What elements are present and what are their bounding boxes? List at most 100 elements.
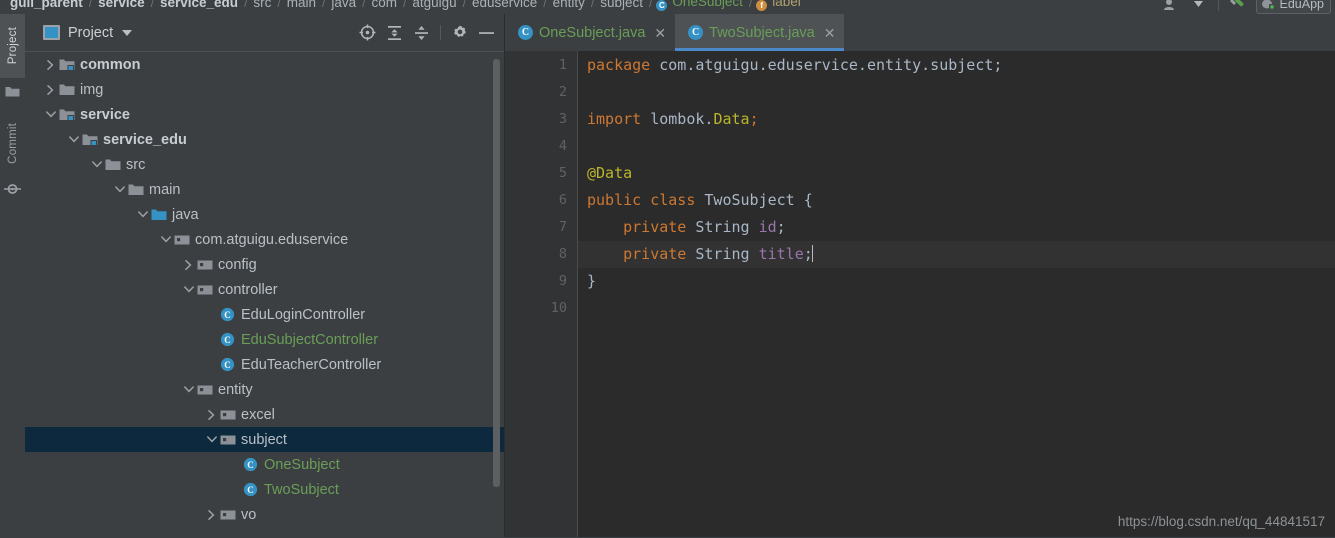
tree-row[interactable]: subject — [25, 427, 504, 452]
chevron-right-icon[interactable] — [204, 502, 219, 527]
code-line[interactable] — [578, 79, 1335, 106]
chevron-down-icon[interactable] — [1186, 0, 1212, 13]
breadcrumb-item[interactable]: main — [285, 0, 318, 10]
chevron-down-icon[interactable] — [112, 177, 127, 202]
tree-row[interactable]: C EduSubjectController — [25, 327, 504, 352]
tree-row[interactable]: src — [25, 152, 504, 177]
breadcrumb[interactable]: guli_parent / service / service_edu / src / main… — [8, 0, 803, 11]
chevron-down-icon[interactable] — [89, 152, 104, 177]
module-folder-icon — [58, 102, 75, 127]
tree-row[interactable]: C EduTeacherController — [25, 352, 504, 377]
class-icon: C — [656, 0, 668, 11]
editor-tab-bar[interactable]: C OneSubject.java ✕ C TwoSubject.java ✕ — [505, 14, 1335, 51]
code-token: com.atguigu.eduservice.entity.subject; — [659, 56, 1003, 74]
module-folder-icon — [58, 52, 75, 77]
tree-row[interactable]: img — [25, 77, 504, 102]
project-tree[interactable]: common img service service_edu src main java co… — [25, 52, 504, 538]
code-line[interactable]: package com.atguigu.eduservice.entity.su… — [578, 52, 1335, 79]
chevron-down-icon[interactable] — [158, 227, 173, 252]
tree-row[interactable]: com.atguigu.eduservice — [25, 227, 504, 252]
breadcrumb-item[interactable]: com — [369, 0, 399, 10]
editor-tab[interactable]: C TwoSubject.java ✕ — [675, 14, 845, 51]
close-icon[interactable]: ✕ — [824, 26, 836, 40]
package-icon — [219, 502, 236, 527]
editor-gutter[interactable]: 1 2 3 4 5 6 7 8 9 10 — [505, 51, 578, 537]
breadcrumb-item[interactable]: java — [329, 0, 358, 10]
chevron-right-icon[interactable] — [181, 252, 196, 277]
line-number: 6 — [558, 192, 567, 208]
tree-row[interactable]: main — [25, 177, 504, 202]
code-line[interactable]: private String id; — [578, 214, 1335, 241]
tree-row[interactable]: config — [25, 252, 504, 277]
code-line[interactable]: @Data — [578, 160, 1335, 187]
breadcrumb-item[interactable]: eduservice — [470, 0, 539, 10]
breadcrumb-item[interactable]: service — [96, 0, 147, 10]
code-line[interactable]: import lombok.Data; — [578, 106, 1335, 133]
code-line[interactable]: } — [578, 268, 1335, 295]
tree-row[interactable]: C TwoSubject — [25, 477, 504, 502]
package-icon — [196, 252, 213, 277]
chevron-down-icon[interactable] — [122, 29, 133, 36]
editor-code[interactable]: package com.atguigu.eduservice.entity.su… — [578, 51, 1335, 537]
breadcrumb-item[interactable]: service_edu — [158, 0, 240, 10]
chevron-right-icon[interactable] — [43, 77, 58, 102]
code-line[interactable]: public class TwoSubject { — [578, 187, 1335, 214]
editor-tab[interactable]: C OneSubject.java ✕ — [505, 14, 675, 51]
person-settings-icon[interactable] — [1158, 0, 1184, 13]
chevron-down-icon[interactable] — [204, 427, 219, 452]
minimize-icon[interactable] — [473, 20, 500, 46]
commit-icon[interactable] — [0, 178, 25, 200]
code-token: TwoSubject { — [704, 191, 813, 209]
tree-row[interactable]: service — [25, 102, 504, 127]
close-icon[interactable]: ✕ — [654, 26, 666, 40]
class-icon: C — [242, 477, 259, 502]
breadcrumb-item[interactable]: entity — [551, 0, 587, 10]
project-tree-scrollbar[interactable] — [493, 59, 500, 487]
chevron-down-icon[interactable] — [135, 202, 150, 227]
code-line[interactable] — [578, 133, 1335, 160]
field-icon: f — [756, 0, 768, 11]
chevron-right-icon[interactable] — [43, 52, 58, 77]
breadcrumb-label: entity — [552, 0, 585, 10]
tree-row[interactable]: service_edu — [25, 127, 504, 152]
code-token: ; — [749, 110, 759, 128]
sidebar-item-commit[interactable]: Commit — [0, 110, 25, 176]
breadcrumb-item[interactable]: C OneSubject — [656, 0, 745, 11]
svg-text:C: C — [247, 485, 254, 495]
chevron-right-icon[interactable] — [204, 402, 219, 427]
breadcrumb-item[interactable]: atguigu — [410, 0, 458, 10]
code-token: import — [587, 110, 651, 128]
folder-icon[interactable] — [0, 80, 25, 102]
breadcrumb-item[interactable]: src — [251, 0, 273, 10]
scroll-from-source-icon[interactable] — [354, 20, 381, 46]
chevron-down-icon[interactable] — [181, 377, 196, 402]
code-line[interactable]: private String title; — [578, 241, 1335, 268]
tree-row[interactable]: C OneSubject — [25, 452, 504, 477]
code-editor[interactable]: 1 2 3 4 5 6 7 8 9 10 package com.atguigu.eduservi… — [505, 51, 1335, 537]
tree-row[interactable]: C EduLoginController — [25, 302, 504, 327]
tree-row[interactable]: controller — [25, 277, 504, 302]
sidebar-item-project[interactable]: Project — [0, 14, 25, 78]
expand-all-icon[interactable] — [381, 20, 408, 46]
svg-text:C: C — [224, 360, 231, 370]
breadcrumb-separator: / — [590, 0, 595, 10]
run-configuration-selector[interactable]: EduApp — [1255, 0, 1331, 14]
breadcrumb-item[interactable]: guli_parent — [8, 0, 85, 10]
code-line[interactable] — [578, 295, 1335, 322]
chevron-down-icon[interactable] — [43, 102, 58, 127]
chevron-down-icon[interactable] — [181, 277, 196, 302]
collapse-all-icon[interactable] — [408, 20, 435, 46]
tree-row[interactable]: java — [25, 202, 504, 227]
tree-row[interactable]: vo — [25, 502, 504, 527]
wrench-icon[interactable] — [1225, 0, 1251, 13]
tree-row[interactable]: common — [25, 52, 504, 77]
breadcrumb-item[interactable]: f label — [756, 0, 803, 11]
tree-row[interactable]: excel — [25, 402, 504, 427]
chevron-down-icon[interactable] — [66, 127, 81, 152]
breadcrumb-item[interactable]: subject — [598, 0, 645, 10]
tree-row[interactable]: entity — [25, 377, 504, 402]
tree-row-label: vo — [241, 506, 257, 523]
gear-icon[interactable] — [446, 20, 473, 46]
